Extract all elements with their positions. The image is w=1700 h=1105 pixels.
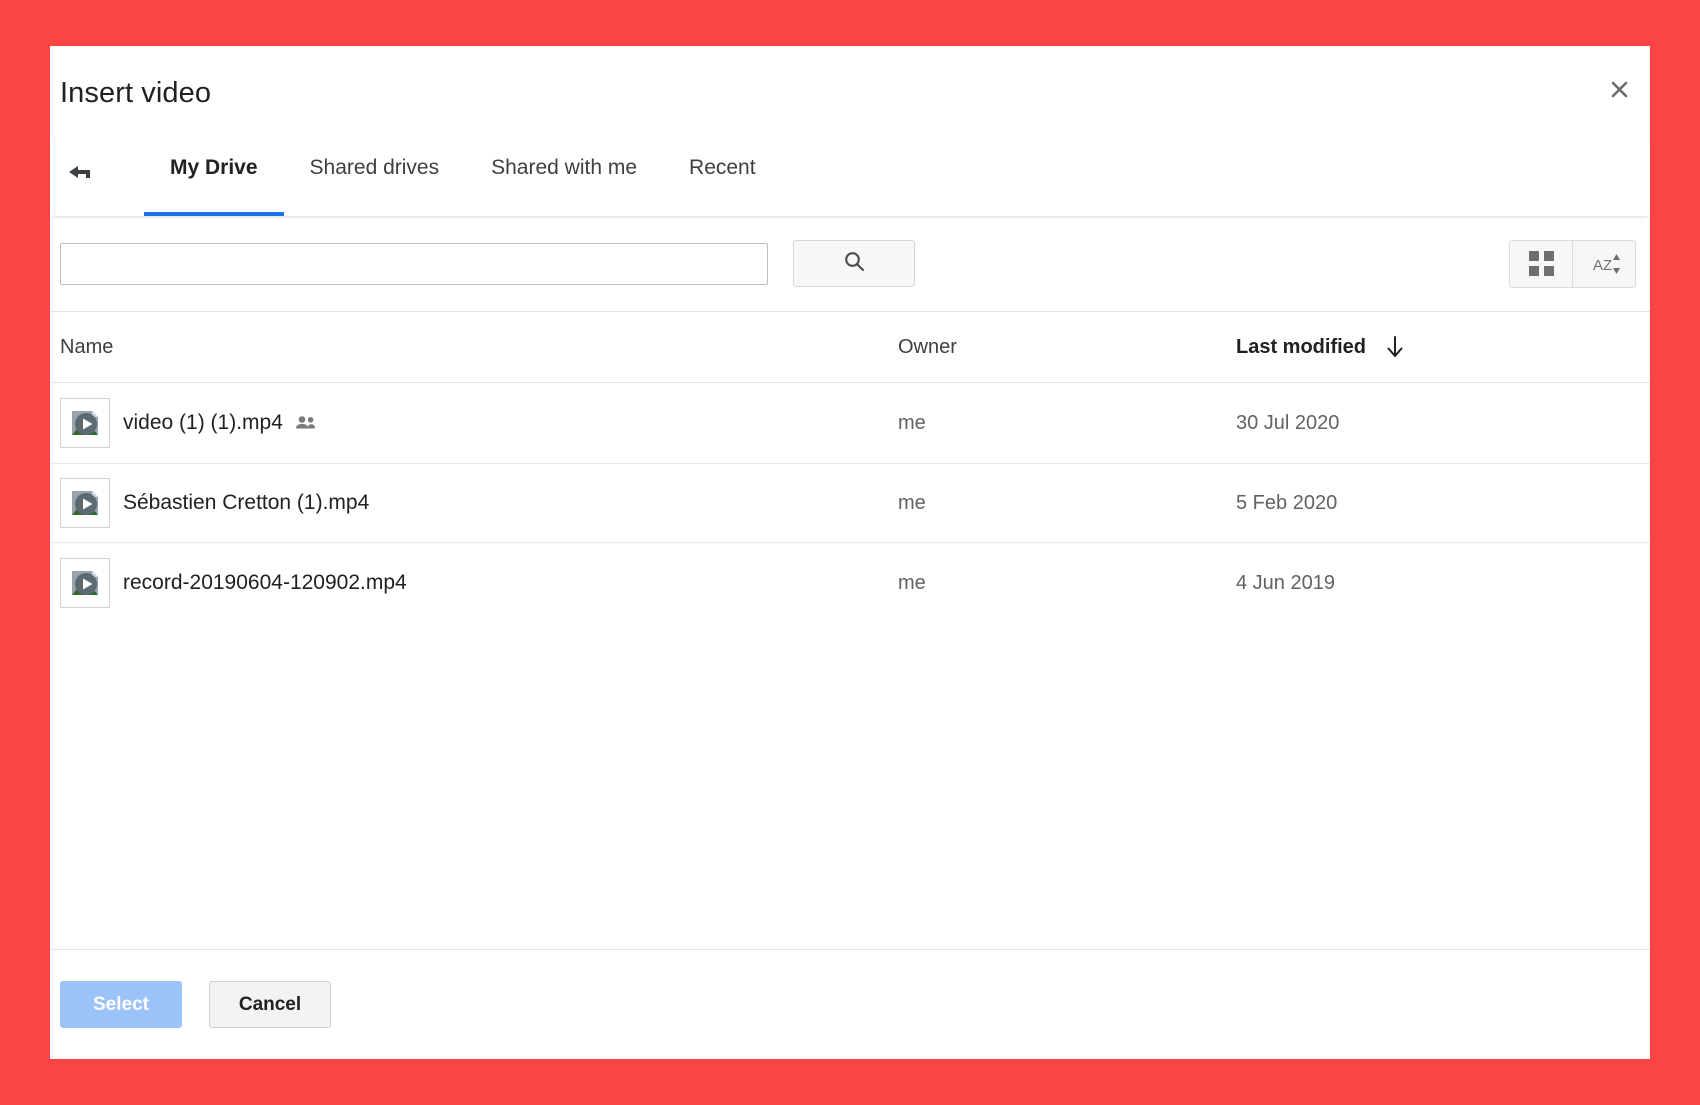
column-header-owner[interactable]: Owner [898, 336, 1236, 359]
tab-shared-with-me-label: Shared with me [491, 156, 638, 179]
select-button[interactable]: Select [60, 981, 182, 1028]
close-icon[interactable] [1602, 72, 1636, 106]
tab-my-drive[interactable]: My Drive [144, 138, 284, 216]
column-header-last-modified[interactable]: Last modified [1236, 335, 1640, 359]
table-row[interactable]: video (1) (1).mp4 me 30 Jul 2020 [50, 383, 1650, 463]
table-row[interactable]: record-20190604-120902.mp4 me 4 Jun 2019 [50, 543, 1650, 623]
file-modified-label: 5 Feb 2020 [1236, 491, 1338, 514]
file-name-label: record-20190604-120902.mp4 [123, 571, 407, 594]
tab-recent-label: Recent [689, 156, 756, 179]
file-owner-label: me [898, 571, 926, 594]
file-list[interactable]: video (1) (1).mp4 me 30 Jul 2020 Sébasti… [50, 383, 1650, 949]
tab-shared-drives[interactable]: Shared drives [284, 138, 466, 216]
back-arrow-icon[interactable] [58, 152, 102, 196]
insert-video-dialog: Insert video My Drive Shared drives Shar… [50, 46, 1650, 1059]
file-name-label: video (1) (1).mp4 [123, 411, 283, 434]
page-title: Insert video [60, 77, 212, 109]
dialog-header: Insert video [50, 46, 1650, 138]
search-input[interactable] [60, 242, 768, 285]
table-row[interactable]: Sébastien Cretton (1).mp4 me 5 Feb 2020 [50, 463, 1650, 543]
svg-text:AZ: AZ [1593, 257, 1612, 274]
search-icon [842, 249, 866, 278]
sort-az-icon[interactable]: AZ [1573, 239, 1636, 288]
file-name-cell: video (1) (1).mp4 [60, 398, 898, 448]
file-owner-label: me [898, 491, 926, 514]
file-name-label: Sébastien Cretton (1).mp4 [123, 491, 370, 514]
column-header-name[interactable]: Name [60, 336, 898, 359]
view-tools: AZ [1509, 239, 1636, 288]
tab-my-drive-label: My Drive [170, 156, 258, 179]
video-file-icon [60, 398, 110, 448]
tab-shared-with-me[interactable]: Shared with me [465, 138, 663, 216]
tab-list: My Drive Shared drives Shared with me Re… [144, 138, 782, 216]
file-name-cell: record-20190604-120902.mp4 [60, 558, 898, 608]
tab-shared-drives-label: Shared drives [309, 156, 440, 179]
search-button[interactable] [793, 240, 915, 287]
list-header: Name Owner Last modified [50, 312, 1650, 383]
file-modified-label: 4 Jun 2019 [1236, 571, 1335, 594]
dialog-footer: Select Cancel [50, 949, 1650, 1059]
video-file-icon [60, 558, 110, 608]
file-name-cell: Sébastien Cretton (1).mp4 [60, 478, 898, 528]
tab-recent[interactable]: Recent [663, 138, 782, 216]
arrow-down-icon [1386, 335, 1404, 359]
tab-bar: My Drive Shared drives Shared with me Re… [50, 138, 1650, 216]
column-header-last-modified-label: Last modified [1236, 335, 1367, 358]
grid-view-icon[interactable] [1509, 239, 1573, 288]
file-owner-label: me [898, 411, 926, 434]
video-file-icon [60, 478, 110, 528]
grid-view-glyph [1528, 251, 1554, 276]
cancel-button[interactable]: Cancel [209, 981, 331, 1028]
search-toolbar: AZ [50, 216, 1650, 312]
people-shared-icon [295, 414, 317, 432]
file-modified-label: 30 Jul 2020 [1236, 411, 1340, 434]
